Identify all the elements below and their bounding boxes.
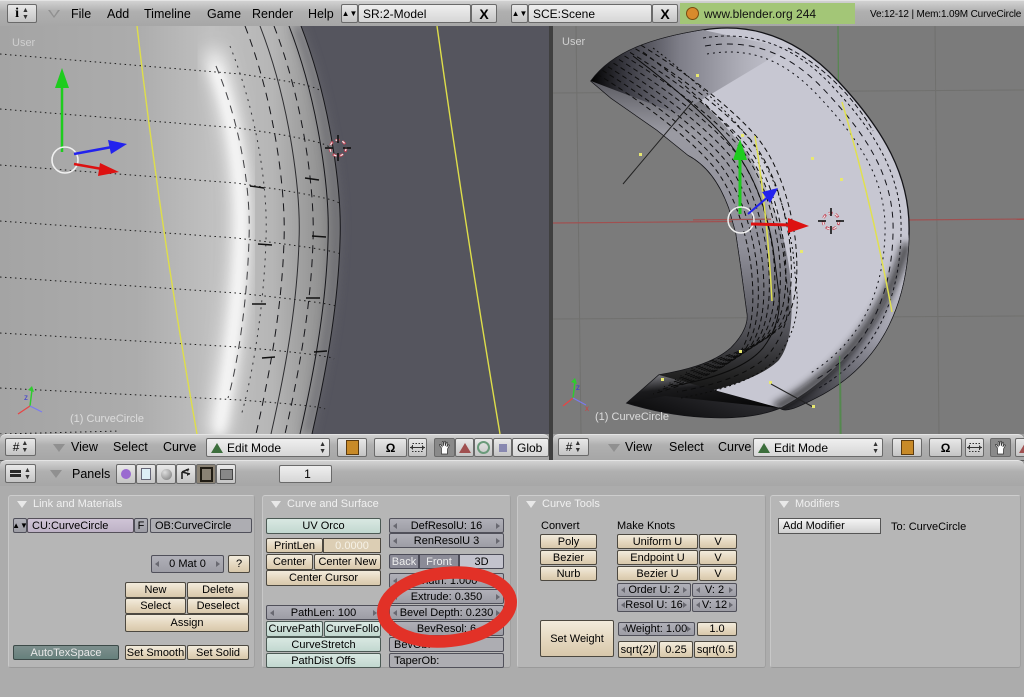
svg-text:User: User <box>562 36 586 48</box>
svg-text:z: z <box>24 393 28 402</box>
svg-text:(1) CurveCircle: (1) CurveCircle <box>70 413 144 425</box>
svg-text:x: x <box>585 404 589 413</box>
svg-text:(1) CurveCircle: (1) CurveCircle <box>595 411 669 423</box>
svg-text:User: User <box>12 37 36 49</box>
svg-text:z: z <box>576 383 580 392</box>
